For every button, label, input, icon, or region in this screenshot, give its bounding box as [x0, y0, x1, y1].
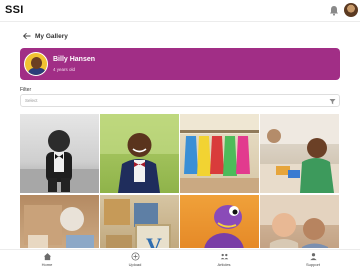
gallery-photo[interactable]: V: [100, 195, 179, 248]
child-name: Billy Hansen: [53, 56, 96, 63]
nav-support-label: Support: [305, 262, 320, 267]
filter-select[interactable]: Select: [20, 94, 340, 107]
back-arrow-icon[interactable]: [22, 31, 32, 41]
nav-articles-label: Articles: [217, 262, 231, 267]
support-icon: [309, 253, 317, 261]
nav-home[interactable]: Home: [27, 252, 67, 270]
filter-label: Filter: [20, 87, 32, 93]
nav-upload-label: Upload: [128, 262, 142, 267]
child-avatar: [24, 52, 48, 76]
page-title: My Gallery: [35, 32, 68, 40]
photo-grid: V: [20, 114, 340, 248]
child-profile-card: Billy Hansen 4 years old: [20, 48, 340, 80]
app-logo[interactable]: SSI: [5, 4, 24, 16]
nav-support[interactable]: Support: [293, 252, 333, 270]
bottom-navigation: Home Upload Articles Support: [0, 249, 360, 270]
gallery-photo[interactable]: [260, 114, 339, 193]
gallery-photo[interactable]: [20, 114, 99, 193]
upload-icon: [131, 252, 139, 261]
svg-text:V: V: [146, 233, 162, 248]
home-icon: [43, 253, 51, 261]
filter-placeholder: Select: [25, 98, 38, 103]
gallery-photo[interactable]: [180, 195, 259, 248]
funnel-icon: [329, 99, 336, 105]
gallery-photo[interactable]: [20, 195, 99, 248]
nav-articles[interactable]: Articles: [204, 252, 244, 270]
gallery-photo[interactable]: [180, 114, 259, 193]
nav-home-label: Home: [41, 262, 53, 267]
articles-icon: [220, 253, 228, 260]
nav-upload[interactable]: Upload: [115, 252, 155, 270]
user-avatar[interactable]: [344, 3, 358, 17]
gallery-photo[interactable]: [100, 114, 179, 193]
page-header: My Gallery: [22, 30, 68, 42]
child-age: 4 years old: [53, 67, 76, 72]
bell-icon[interactable]: [329, 5, 339, 16]
top-app-bar: SSI: [0, 0, 360, 22]
gallery-photo[interactable]: [260, 195, 339, 248]
